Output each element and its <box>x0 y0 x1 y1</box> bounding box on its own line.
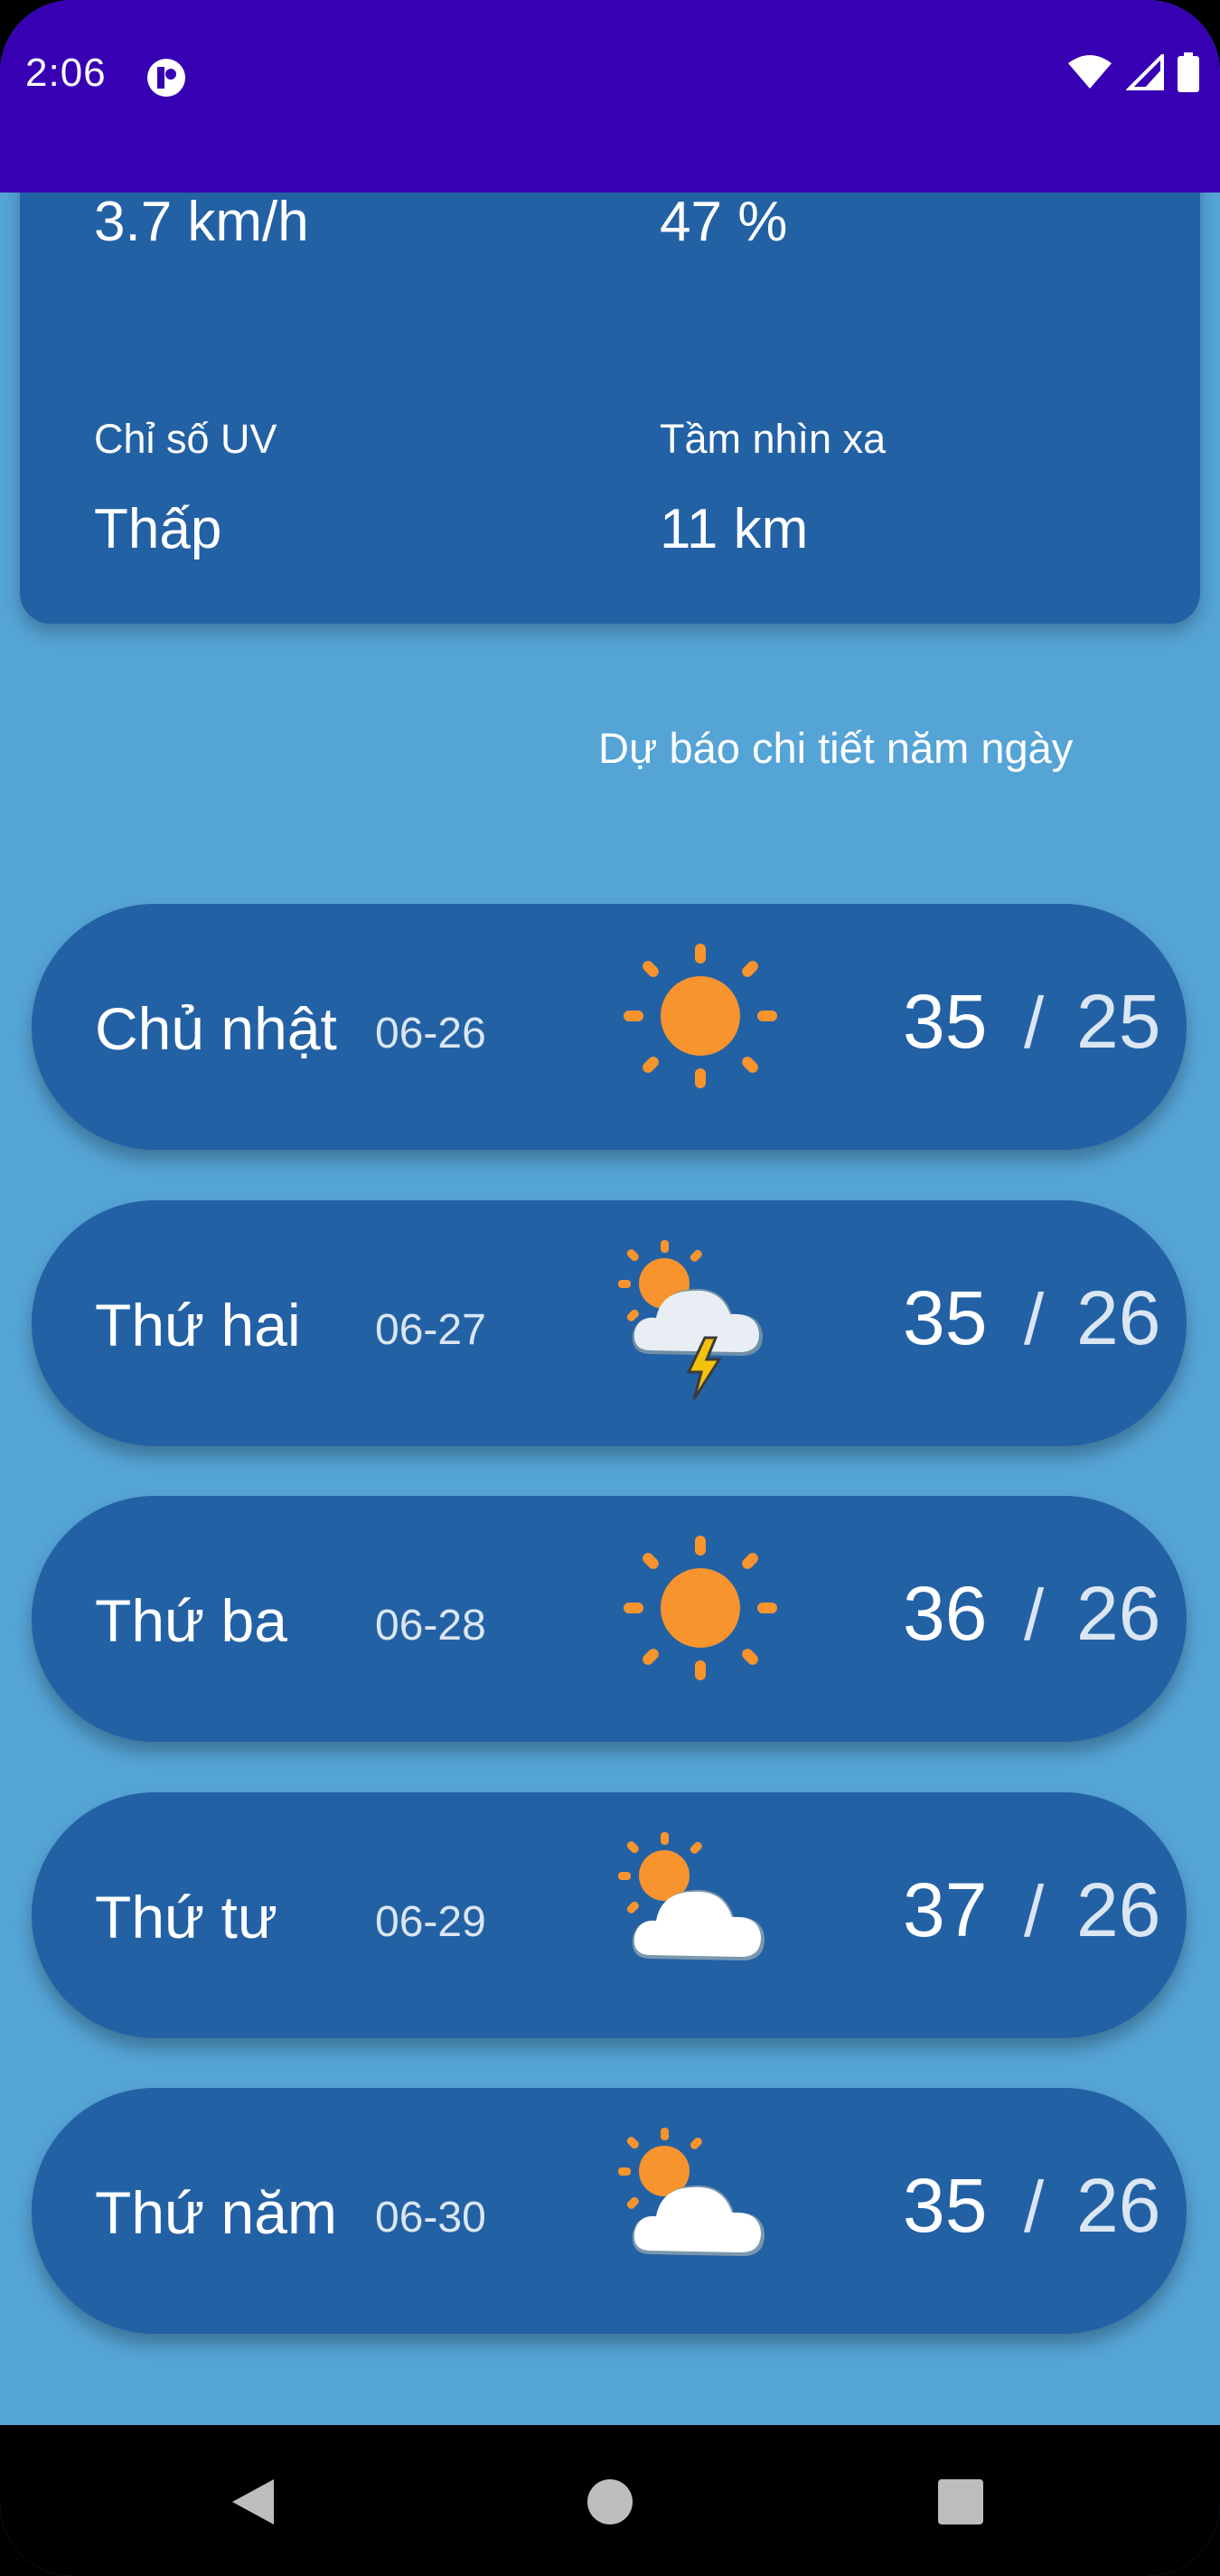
forecast-row[interactable]: Thứ hai 06-27 35 / 26 <box>32 1200 1187 1446</box>
temp-low: 26 <box>1076 1275 1161 1360</box>
day-date: 06-30 <box>375 2194 486 2242</box>
temp-separator: / <box>1024 1575 1045 1655</box>
humidity-value: 47 % <box>660 191 788 253</box>
forecast-row[interactable]: Thứ năm 06-30 35 / 26 <box>32 2088 1187 2334</box>
status-bar: 2:06 <box>0 0 1220 193</box>
back-icon[interactable] <box>214 2461 296 2543</box>
status-time: 2:06 <box>25 51 107 95</box>
wind-speed-value: 3.7 km/h <box>94 191 309 253</box>
navigation-bar <box>0 2425 1220 2576</box>
day-date: 06-26 <box>375 1010 486 1058</box>
temp-high: 35 <box>903 2163 988 2248</box>
temp-low: 26 <box>1076 2163 1161 2248</box>
day-date: 06-28 <box>375 1602 486 1650</box>
forecast-row[interactable]: Thứ ba 06-28 36 / 26 <box>32 1496 1187 1742</box>
day-name: Thứ ba <box>95 1587 287 1654</box>
thunderstorm-icon <box>618 1240 763 1400</box>
forecast-row[interactable]: Thứ tư 06-29 37 / 26 <box>32 1792 1187 2038</box>
sunny-icon <box>624 1536 777 1680</box>
visibility-value: 11 km <box>660 498 809 560</box>
temp-low: 25 <box>1076 979 1161 1064</box>
temp-low: 26 <box>1076 1867 1161 1952</box>
temp-high: 37 <box>903 1867 988 1952</box>
temp-separator: / <box>1024 982 1045 1063</box>
temp-high: 36 <box>903 1571 988 1656</box>
battery-icon <box>1178 52 1199 92</box>
temp-high: 35 <box>903 979 988 1064</box>
temp-high: 35 <box>903 1275 988 1360</box>
day-date: 06-27 <box>375 1306 486 1354</box>
sunny-icon <box>624 944 777 1088</box>
forecast-heading: Dự báo chi tiết năm ngày <box>598 724 1074 772</box>
uv-index-label: Chỉ số UV <box>94 416 277 462</box>
partly-cloudy-icon <box>618 1832 765 1960</box>
temp-separator: / <box>1024 1871 1045 1951</box>
status-icons <box>1066 52 1200 92</box>
partly-cloudy-icon <box>618 2128 765 2256</box>
wifi-icon <box>1068 55 1112 89</box>
temp-low: 26 <box>1076 1571 1161 1656</box>
weather-details-card: 3.7 km/h 47 % Chỉ số UV Thấp Tầm nhìn xa… <box>20 136 1200 624</box>
visibility-label: Tầm nhìn xa <box>660 416 887 462</box>
weather-screen: 2:06 3.7 km/h 47 % Chỉ số UV Thấp Tầm nh… <box>0 0 1220 2576</box>
temp-separator: / <box>1024 2167 1045 2247</box>
day-name: Chủ nhật <box>95 995 337 1062</box>
day-date: 06-29 <box>375 1898 486 1946</box>
signal-icon <box>1126 54 1164 90</box>
forecast-row[interactable]: Chủ nhật 06-26 35 / 25 <box>32 904 1187 1150</box>
app-notification-icon <box>147 59 185 97</box>
temp-separator: / <box>1024 1279 1045 1359</box>
recents-icon[interactable] <box>920 2461 1001 2543</box>
uv-index-value: Thấp <box>94 498 222 560</box>
day-name: Thứ hai <box>95 1292 301 1359</box>
home-icon[interactable] <box>569 2461 651 2543</box>
day-name: Thứ năm <box>95 2179 337 2246</box>
day-name: Thứ tư <box>95 1884 278 1951</box>
